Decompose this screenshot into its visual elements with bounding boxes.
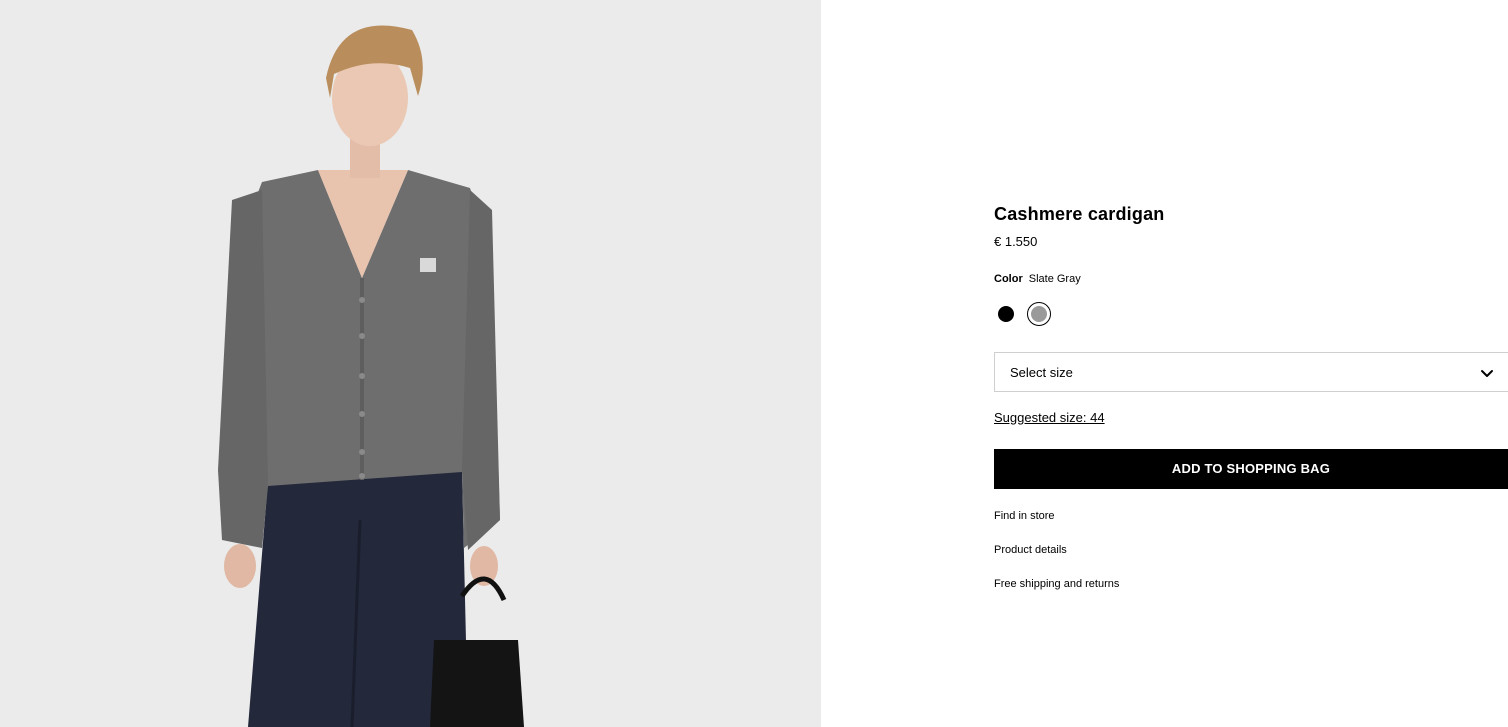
chevron-down-icon [1481,370,1493,377]
product-image[interactable] [0,0,821,727]
color-label: Color [994,273,1023,285]
product-page: Cashmere cardigan € 1.550 Color Slate Gra… [0,0,1508,727]
swatch-black[interactable] [998,306,1014,322]
product-details-link[interactable]: Product details [994,543,1067,557]
swatch-slate-gray-fill [1030,305,1047,322]
swatch-slate-gray[interactable] [1027,302,1051,326]
size-select[interactable]: Select size [994,352,1508,392]
product-price: € 1.550 [994,234,1038,249]
product-title: Cashmere cardigan [994,204,1165,224]
suggested-size-link[interactable]: Suggested size: 44 [994,410,1105,426]
size-select-placeholder: Select size [1010,365,1073,380]
find-in-store-link[interactable]: Find in store [994,509,1055,523]
add-to-bag-button[interactable]: ADD TO SHOPPING BAG [994,449,1508,489]
color-row: Color Slate Gray [994,272,1081,286]
color-value: Slate Gray [1028,273,1081,285]
shipping-returns-link[interactable]: Free shipping and returns [994,577,1119,591]
product-photo-cardigan-model [0,0,821,727]
product-info-panel: Cashmere cardigan € 1.550 Color Slate Gra… [821,0,1508,727]
